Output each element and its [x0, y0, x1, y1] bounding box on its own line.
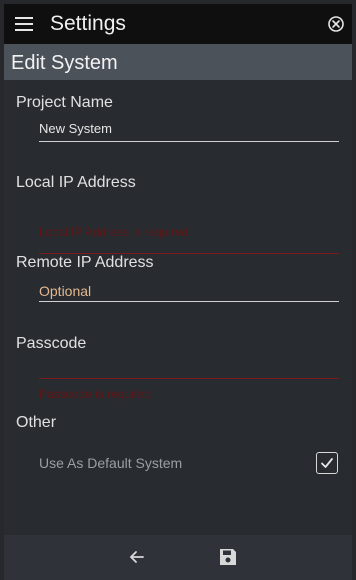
- top-bar: Settings: [4, 4, 352, 44]
- menu-icon[interactable]: [15, 17, 33, 31]
- project-name-underline: [39, 141, 339, 142]
- default-system-label: Use As Default System: [39, 455, 183, 471]
- remote-ip-label: Remote IP Address: [16, 254, 154, 271]
- section-header: Edit System: [4, 44, 352, 80]
- section-title: Edit System: [11, 52, 118, 74]
- edit-system-form: Project Name New System Local IP Address…: [4, 80, 352, 535]
- back-arrow-icon[interactable]: [128, 548, 146, 566]
- project-name-input[interactable]: New System: [39, 121, 112, 137]
- remote-ip-underline: [39, 301, 339, 302]
- local-ip-error: Local IP Address is required: [39, 225, 189, 239]
- other-label: Other: [16, 414, 57, 431]
- default-system-checkbox[interactable]: [316, 452, 338, 474]
- page-title: Settings: [50, 12, 126, 35]
- remote-ip-input[interactable]: Optional: [39, 283, 91, 299]
- checkmark-icon: [321, 458, 333, 468]
- save-icon[interactable]: [218, 547, 238, 567]
- bottom-bar: [4, 535, 352, 580]
- local-ip-label: Local IP Address: [16, 174, 136, 191]
- passcode-input[interactable]: [39, 378, 339, 379]
- project-name-label: Project Name: [16, 94, 113, 111]
- passcode-error: Passcode is required: [39, 387, 152, 401]
- passcode-label: Passcode: [16, 335, 87, 352]
- close-icon[interactable]: [328, 16, 344, 32]
